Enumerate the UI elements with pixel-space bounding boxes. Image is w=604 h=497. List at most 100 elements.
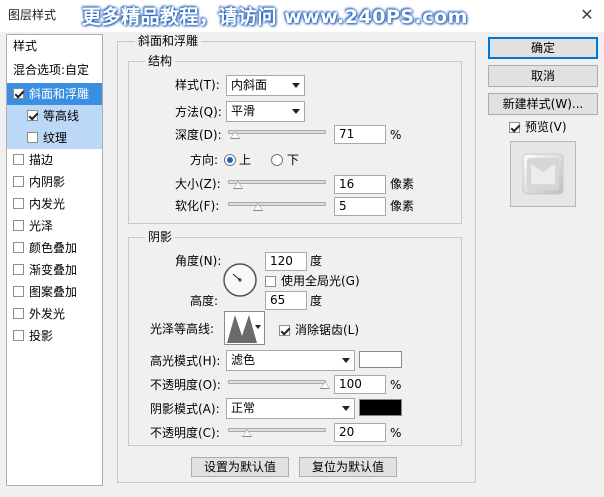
soften-input[interactable]: 5 (334, 197, 386, 216)
set-default-button[interactable]: 设置为默认值 (191, 457, 289, 477)
shadow-opacity-input[interactable]: 20 (334, 423, 386, 442)
technique-select[interactable]: 平滑 (226, 101, 305, 122)
highlight-opacity-unit: % (390, 378, 402, 392)
new-style-button[interactable]: 新建样式(W)... (488, 93, 598, 115)
sidebar-item-label: 外发光 (29, 307, 66, 321)
direction-down-radio[interactable] (271, 154, 283, 166)
chevron-down-icon (342, 358, 350, 363)
checkbox[interactable] (13, 154, 24, 165)
sidebar-item-color-overlay[interactable]: 颜色叠加 (7, 237, 102, 259)
depth-slider[interactable] (228, 130, 326, 134)
style-select[interactable]: 内斜面 (226, 75, 305, 96)
altitude-label: 高度: (190, 294, 219, 308)
antialias-checkbox[interactable] (279, 325, 290, 336)
highlight-mode-select[interactable]: 滤色 (226, 350, 355, 371)
sidebar-item-bevel[interactable]: 斜面和浮雕 (7, 83, 102, 105)
sidebar-item-outer-glow[interactable]: 外发光 (7, 303, 102, 325)
angle-input[interactable]: 120 (265, 252, 307, 271)
preview-checkbox-wrap[interactable] (509, 121, 525, 135)
structure-title: 结构 (145, 54, 176, 68)
highlight-opacity-input[interactable]: 100 (334, 375, 386, 394)
shadow-mode-select[interactable]: 正常 (226, 398, 355, 419)
sidebar-item-label: 颜色叠加 (29, 241, 78, 255)
sidebar-item-inner-shadow[interactable]: 内阴影 (7, 171, 102, 193)
sidebar-item-label: 投影 (29, 329, 54, 343)
sidebar-item-contour[interactable]: 等高线 (7, 105, 102, 127)
checkbox[interactable] (13, 198, 24, 209)
sidebar-item-texture[interactable]: 纹理 (7, 127, 102, 149)
gloss-contour-label: 光泽等高线: (150, 322, 215, 336)
size-input[interactable]: 16 (334, 175, 386, 194)
checkbox[interactable] (13, 242, 24, 253)
checkbox[interactable] (13, 330, 24, 341)
soften-unit: 像素 (390, 199, 415, 213)
style-label: 样式(T): (175, 78, 220, 92)
soften-slider[interactable] (228, 202, 326, 206)
bevel-emboss-title: 斜面和浮雕 (135, 34, 202, 48)
checkbox[interactable] (13, 220, 24, 231)
checkbox[interactable] (27, 132, 38, 143)
angle-unit: 度 (310, 254, 323, 268)
chevron-down-icon (342, 406, 350, 411)
altitude-unit: 度 (310, 294, 323, 308)
contour-icon (226, 312, 258, 344)
checkbox[interactable] (27, 110, 38, 121)
checkbox[interactable] (13, 88, 24, 99)
checkbox[interactable] (13, 176, 24, 187)
checkbox[interactable] (13, 308, 24, 319)
ok-button[interactable]: 确定 (488, 37, 598, 59)
shadow-mode-label: 阴影模式(A): (150, 402, 220, 416)
preview-label: 预览(V) (525, 120, 567, 134)
style-select-value: 内斜面 (231, 78, 268, 92)
depth-label: 深度(D): (175, 128, 222, 142)
sidebar-item-inner-glow[interactable]: 内发光 (7, 193, 102, 215)
soften-slider-thumb[interactable] (253, 203, 263, 211)
shadow-opacity-slider-thumb[interactable] (242, 429, 252, 437)
watermark-text: 更多精品教程，请访问 www.240PS.com (82, 6, 468, 28)
size-slider-thumb[interactable] (233, 181, 243, 189)
shadow-color-swatch[interactable] (359, 399, 402, 416)
window-title: 图层样式 (8, 8, 57, 22)
global-light-checkbox[interactable] (265, 276, 276, 287)
direction-down-label: 下 (287, 153, 300, 167)
style-list: 样式 混合选项:自定 斜面和浮雕 等高线 纹理 描边 内阴影 内发光 光泽 颜色… (6, 34, 103, 486)
depth-slider-thumb[interactable] (230, 131, 240, 139)
highlight-opacity-slider[interactable] (228, 380, 326, 384)
size-unit: 像素 (390, 177, 415, 191)
chevron-down-icon (292, 109, 300, 114)
checkbox[interactable] (13, 286, 24, 297)
angle-dial[interactable] (222, 262, 258, 298)
highlight-color-swatch[interactable] (359, 351, 402, 368)
chevron-down-icon (292, 83, 300, 88)
sidebar-item-stroke[interactable]: 描边 (7, 149, 102, 171)
shadow-mode-value: 正常 (231, 401, 256, 415)
sidebar-item-label: 等高线 (43, 109, 80, 123)
sidebar-item-pattern-overlay[interactable]: 图案叠加 (7, 281, 102, 303)
sidebar-item-satin[interactable]: 光泽 (7, 215, 102, 237)
altitude-input[interactable]: 65 (265, 291, 307, 310)
sidebar-item-label: 描边 (29, 153, 54, 167)
reset-default-button[interactable]: 复位为默认值 (299, 457, 397, 477)
direction-up-radio[interactable] (224, 154, 236, 166)
sidebar-item-label: 内发光 (29, 197, 66, 211)
sidebar-item-blend-options[interactable]: 混合选项:自定 (7, 59, 102, 81)
close-icon[interactable]: ✕ (577, 5, 597, 25)
shadow-opacity-label: 不透明度(C): (150, 426, 220, 440)
direction-label: 方向: (190, 153, 219, 167)
angle-label: 角度(N): (175, 254, 222, 268)
cancel-button[interactable]: 取消 (488, 65, 598, 87)
highlight-mode-label: 高光模式(H): (150, 354, 221, 368)
checkbox[interactable] (13, 264, 24, 275)
global-light-label: 使用全局光(G) (281, 274, 360, 288)
highlight-opacity-slider-thumb[interactable] (320, 381, 330, 389)
shading-title: 阴影 (145, 230, 176, 244)
global-light-checkbox-wrap[interactable] (265, 275, 281, 289)
soften-label: 软化(F): (175, 199, 220, 213)
sidebar-item-label: 内阴影 (29, 175, 66, 189)
gloss-contour-picker[interactable] (224, 311, 265, 345)
sidebar-item-drop-shadow[interactable]: 投影 (7, 325, 102, 347)
depth-input[interactable]: 71 (334, 125, 386, 144)
sidebar-item-gradient-overlay[interactable]: 渐变叠加 (7, 259, 102, 281)
preview-checkbox[interactable] (509, 122, 520, 133)
antialias-checkbox-wrap[interactable] (279, 324, 295, 338)
